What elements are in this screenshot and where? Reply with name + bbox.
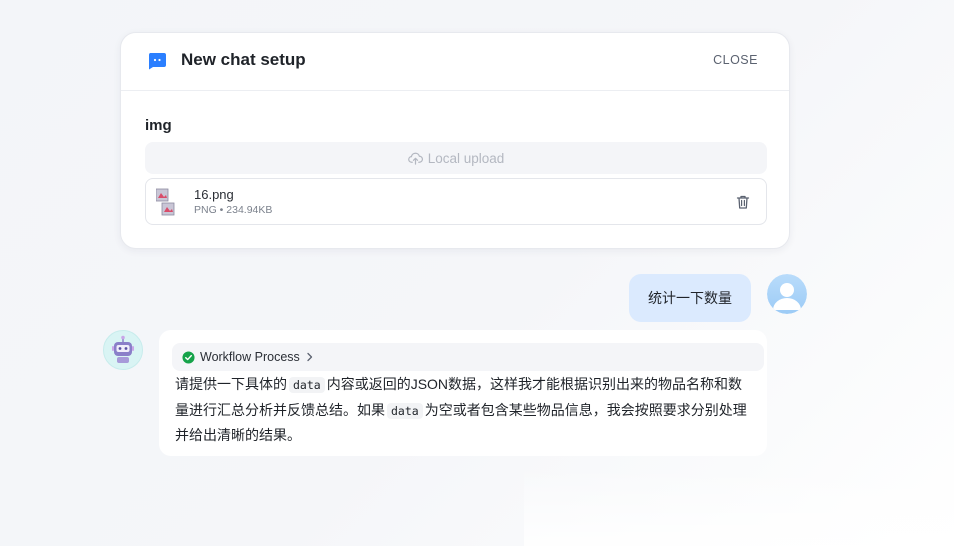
inline-code: data	[387, 402, 423, 419]
chevron-right-icon	[307, 352, 312, 362]
workflow-label: Workflow Process	[200, 350, 300, 364]
file-meta: PNG • 234.94KB	[194, 204, 273, 216]
card-title: New chat setup	[181, 50, 306, 69]
uploaded-file-row: 16.png PNG • 234.94KB	[145, 178, 767, 225]
chat-setup-card: New chat setup CLOSE img Local upload 16…	[120, 32, 790, 249]
workflow-process-toggle[interactable]: Workflow Process	[172, 343, 764, 371]
check-circle-icon	[182, 350, 195, 364]
inline-code: data	[289, 377, 325, 393]
trash-icon[interactable]	[735, 194, 751, 210]
chat-icon	[148, 53, 166, 70]
user-message-bubble: 统计一下数量	[629, 274, 751, 322]
user-avatar-icon	[767, 274, 807, 314]
local-upload-button[interactable]: Local upload	[145, 142, 767, 174]
background-glow	[524, 466, 954, 546]
cloud-upload-icon	[407, 152, 423, 165]
user-message-text: 统计一下数量	[648, 290, 732, 306]
upload-label: Local upload	[427, 150, 505, 166]
bot-message-bubble: Workflow Process 请提供一下具体的 data 内容或返回的JSON数…	[159, 330, 767, 456]
file-name: 16.png	[194, 187, 234, 202]
image-icon	[156, 188, 175, 216]
bot-text-part: 请提供一下具体的	[175, 376, 287, 392]
bot-message-text: 请提供一下具体的 data 内容或返回的JSON数据，这样我才能根据识别出来的物品名…	[175, 372, 755, 448]
card-header: New chat setup CLOSE	[121, 33, 789, 91]
bot-avatar-icon	[103, 330, 143, 370]
close-button[interactable]: CLOSE	[713, 53, 758, 67]
field-label: img	[145, 117, 172, 134]
